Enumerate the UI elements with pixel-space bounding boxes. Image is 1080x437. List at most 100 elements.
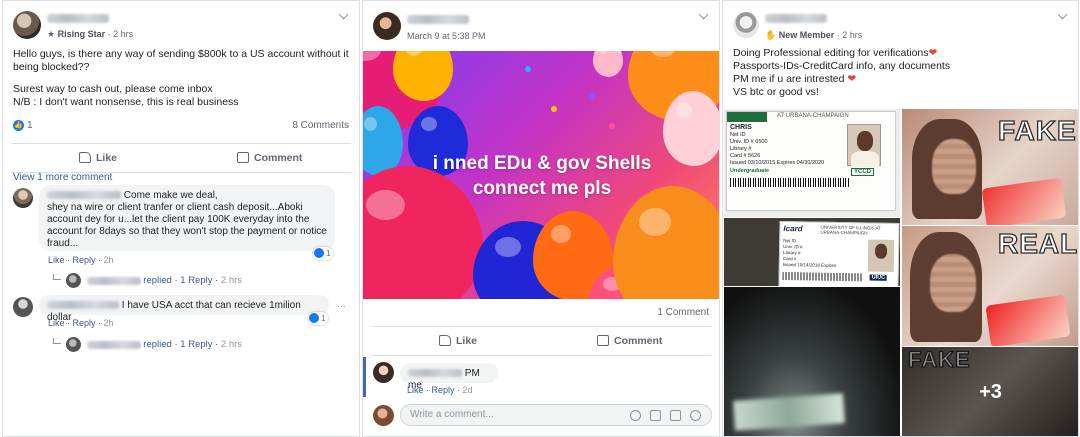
- comment-like-link[interactable]: Like: [407, 385, 424, 395]
- like-button[interactable]: Like: [79, 152, 117, 164]
- sticker-icon[interactable]: [690, 410, 701, 421]
- more-photos-count[interactable]: +3: [902, 347, 1078, 436]
- card-name: CHRIS: [730, 124, 752, 131]
- comment-reply-link[interactable]: Reply: [432, 385, 455, 395]
- post-line: Hello guys, is there any way of sending …: [13, 48, 349, 73]
- confetti-dot: [589, 93, 595, 99]
- post-line: VS btc or good vs!: [733, 86, 819, 98]
- comment-reply-link[interactable]: Reply: [73, 318, 96, 328]
- commenter-name-blurred[interactable]: [47, 301, 119, 310]
- post-card-1: ★ Rising Star · 2 hrs Hello guys, is the…: [2, 0, 360, 437]
- comment-time[interactable]: 2h: [104, 255, 114, 265]
- commenter-avatar[interactable]: [13, 188, 33, 208]
- image-caption: i nned EDu & gov Shells connect me pls: [363, 151, 719, 201]
- comment-button[interactable]: Comment: [597, 335, 662, 347]
- comment-actions: Like · Reply · 2d: [407, 385, 473, 395]
- barcode: [782, 272, 863, 282]
- write-comment-input[interactable]: Write a comment...: [400, 404, 712, 426]
- post-card-3: ✋ New Member · 2 hrs Doing Professional …: [722, 0, 1079, 437]
- photo-tile-dark[interactable]: [724, 287, 900, 436]
- balloon-shape: [613, 186, 719, 299]
- credit-card: [985, 294, 1071, 346]
- credit-card: [981, 177, 1067, 225]
- post-line: PM me if u are intrested: [733, 73, 845, 85]
- card-badge: UIUC: [869, 274, 888, 281]
- card-photo: [847, 124, 881, 167]
- heart-icon: ❤: [928, 47, 938, 59]
- like-reaction-icon[interactable]: 👍: [13, 120, 24, 131]
- comment-actions: Like · Reply · 2h: [48, 255, 114, 265]
- post-header: March 9 at 5:38 PM: [363, 1, 719, 47]
- comments-count[interactable]: 8 Comments: [292, 120, 349, 131]
- chevron-down-icon[interactable]: [698, 9, 709, 20]
- comment-actions: Like · Reply · 2h: [48, 318, 114, 328]
- card-fields: Net ID Univ. ID # 6500 Library # Card # …: [730, 132, 825, 166]
- photo-tile-fake[interactable]: FAKE: [902, 109, 1078, 225]
- active-comment-indicator: [363, 357, 366, 397]
- commenter-avatar[interactable]: [373, 362, 394, 383]
- post-time[interactable]: · 2 hrs: [837, 30, 863, 40]
- confetti-dot: [525, 66, 531, 72]
- comment-like-link[interactable]: Like: [48, 318, 65, 328]
- comments-count[interactable]: 1 Comment: [657, 307, 709, 318]
- comment-time[interactable]: 2h: [104, 318, 114, 328]
- like-icon: [309, 313, 319, 323]
- replies-link[interactable]: replied · 1 Reply · 2 hrs: [53, 273, 242, 288]
- comment-like-link[interactable]: Like: [48, 255, 65, 265]
- post-date[interactable]: March 9 at 5:38 PM: [407, 31, 486, 41]
- comment-bubble: PM me: [400, 363, 498, 391]
- gif-icon[interactable]: [670, 410, 681, 421]
- post-line: Doing Professional editing for verificat…: [733, 47, 929, 59]
- author-name-blurred[interactable]: [407, 15, 469, 24]
- replies-link[interactable]: replied · 1 Reply · 2 hrs: [53, 337, 242, 352]
- card-note: Undergraduate: [730, 168, 770, 174]
- chevron-down-icon[interactable]: [1057, 9, 1068, 20]
- photo-tile-real[interactable]: REAL: [902, 226, 1078, 346]
- comment-bubble: Come make we deal, shey na wire or clien…: [39, 185, 335, 251]
- reply-arrow-icon: [53, 338, 61, 345]
- view-more-comments-link[interactable]: View 1 more comment: [13, 172, 112, 183]
- comment-time[interactable]: 2d: [463, 385, 473, 395]
- like-button[interactable]: Like: [439, 335, 477, 347]
- emoji-icon[interactable]: [630, 410, 641, 421]
- comment-more-button[interactable]: ···: [337, 301, 346, 311]
- photo-tile-id-card[interactable]: AT URBANA-CHAMPAIGN CHRIS Net ID Univ. I…: [724, 109, 900, 217]
- commenter-name-blurred[interactable]: [47, 191, 121, 200]
- author-avatar[interactable]: [373, 12, 401, 40]
- post-header: ★ Rising Star · 2 hrs: [3, 1, 359, 47]
- comment-reaction[interactable]: 1: [313, 247, 334, 260]
- author-name-blurred[interactable]: [765, 14, 827, 23]
- photo-tile-id-card-2[interactable]: Icard UNIVERSITY OF ILLINOIS AT URBANA-C…: [724, 218, 900, 286]
- post-line: Passports-IDs-CreditCard info, any docum…: [733, 60, 951, 72]
- author-name-blurred[interactable]: [47, 14, 109, 23]
- blurred-document: [733, 393, 845, 431]
- wave-icon: ✋: [765, 30, 777, 40]
- card-photo: [867, 239, 895, 272]
- chevron-down-icon[interactable]: [338, 9, 349, 20]
- comment-reply-link[interactable]: Reply: [73, 255, 96, 265]
- confetti-dot: [551, 106, 557, 112]
- post-line: Surest way to cash out, please come inbo…: [13, 83, 213, 95]
- post-image[interactable]: i nned EDu & gov Shells connect me pls: [363, 51, 719, 299]
- commenter-avatar[interactable]: [13, 297, 33, 317]
- post-stats: 1 Comment: [363, 303, 719, 325]
- card-logo: Icard: [783, 224, 803, 234]
- blurred-face: [932, 139, 976, 194]
- speech-bubble-icon: [597, 335, 609, 346]
- author-avatar[interactable]: [13, 11, 41, 39]
- comment-reaction[interactable]: 1: [308, 312, 329, 325]
- member-badge: Rising Star: [57, 29, 106, 39]
- thumbs-up-icon: [439, 335, 451, 346]
- post-time[interactable]: · 2 hrs: [108, 29, 134, 39]
- id-card: AT URBANA-CHAMPAIGN CHRIS Net ID Univ. I…: [726, 111, 896, 211]
- photo-tile-more[interactable]: FAKE +3: [902, 347, 1078, 436]
- author-avatar[interactable]: [733, 12, 759, 38]
- comment-button[interactable]: Comment: [237, 152, 302, 164]
- camera-icon[interactable]: [650, 410, 661, 421]
- post-meta: ★ Rising Star · 2 hrs: [47, 29, 133, 40]
- commenter-name-blurred[interactable]: [408, 369, 462, 378]
- reaction-count[interactable]: 1: [27, 120, 33, 131]
- blurred-face: [930, 254, 976, 312]
- like-icon: [314, 248, 324, 258]
- speech-bubble-icon: [237, 152, 249, 163]
